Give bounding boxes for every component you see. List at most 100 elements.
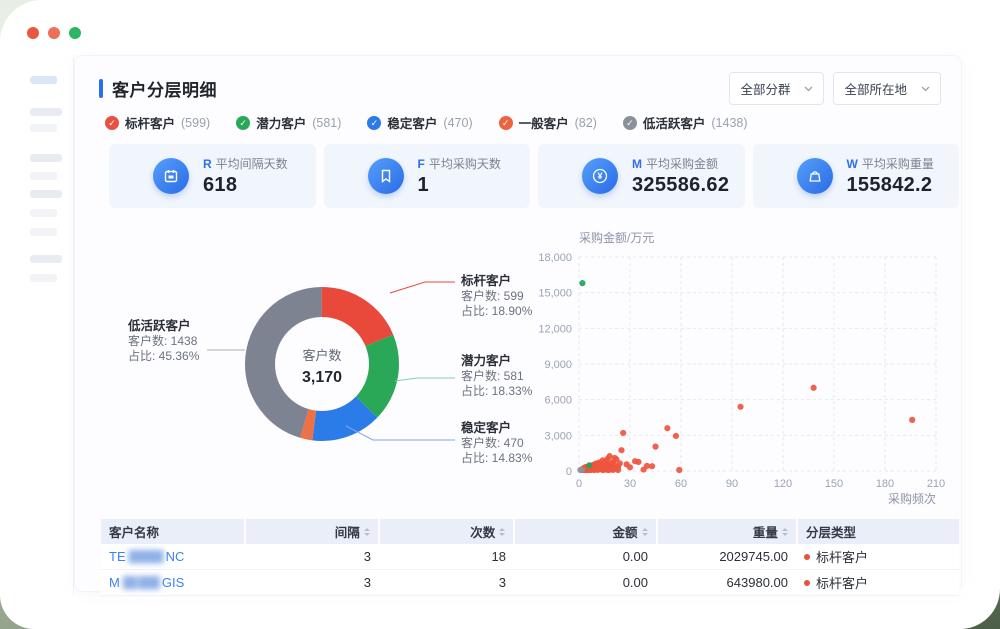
cell-interval: 3 — [246, 570, 379, 595]
sort-icon[interactable] — [364, 525, 370, 539]
legend-label: 一般客户 — [519, 113, 569, 132]
bag-icon — [797, 158, 833, 194]
card-value: 325586.62 — [632, 174, 729, 197]
scatter-point-标杆客户[interactable] — [664, 425, 670, 431]
scatter-point-低活跃客户[interactable] — [579, 467, 585, 473]
callout-pct: 占比: 18.33% — [461, 384, 532, 399]
chevron-down-icon — [921, 86, 930, 92]
sidebar-skeleton-bar — [30, 108, 62, 116]
x-tick-label: 120 — [774, 478, 792, 490]
cell-weight: 2029745.00 — [656, 544, 796, 569]
callout-line — [390, 282, 455, 293]
callout-count: 客户数: 470 — [461, 436, 532, 451]
close-window-button[interactable] — [27, 27, 39, 39]
scatter-point-标杆客户[interactable] — [652, 444, 658, 450]
stat-card-monetary: ¥ M平均采购金额 325586.62 — [538, 144, 745, 208]
cell-amount: 0.00 — [514, 570, 656, 595]
column-header-label: 次数 — [470, 522, 495, 541]
sidebar-skeleton-bar — [30, 76, 57, 84]
legend-item[interactable]: ✓潜力客户(581) — [236, 113, 341, 132]
legend-count: (581) — [312, 116, 341, 130]
table-row[interactable]: M██ ███GIS330.00643980.00标杆客户 — [101, 570, 959, 596]
callout-count: 客户数: 1438 — [128, 334, 199, 349]
y-tick-label: 0 — [566, 466, 572, 478]
column-header-label: 间隔 — [335, 522, 360, 541]
column-header-次数[interactable]: 次数 — [380, 519, 513, 544]
cell-interval: 3 — [246, 544, 379, 569]
customer-name-link[interactable]: M██ ███GIS — [109, 575, 184, 590]
scatter-point-标杆客户[interactable] — [649, 463, 655, 469]
location-filter-value: 全部所在地 — [844, 79, 907, 98]
x-tick-label: 0 — [576, 478, 582, 490]
scatter-point-标杆客户[interactable] — [909, 417, 915, 423]
scatter-point-标杆客户[interactable] — [617, 460, 623, 466]
legend-row: ✓标杆客户(599)✓潜力客户(581)✓稳定客户(470)✓一般客户(82)✓… — [105, 113, 748, 132]
legend-item[interactable]: ✓标杆客户(599) — [105, 113, 210, 132]
column-header-间隔[interactable]: 间隔 — [246, 519, 377, 544]
scatter-point-标杆客户[interactable] — [618, 447, 624, 453]
y-tick-label: 18,000 — [538, 252, 572, 264]
x-tick-label: 60 — [675, 478, 687, 490]
customer-name-link[interactable]: TE█████NC — [109, 549, 184, 564]
scatter-point-标杆客户[interactable] — [737, 404, 743, 410]
minimize-window-button[interactable] — [48, 27, 60, 39]
legend-item[interactable]: ✓稳定客户(470) — [367, 113, 472, 132]
scatter-point-潜力客户[interactable] — [579, 280, 585, 286]
callout-benchmark: 标杆客户 客户数: 599 占比: 18.90% — [461, 274, 532, 319]
scatter-chart[interactable]: 03,0006,0009,00012,00015,00018,000030609… — [535, 231, 963, 531]
scatter-point-标杆客户[interactable] — [620, 430, 626, 436]
x-tick-label: 150 — [825, 478, 843, 490]
scatter-point-标杆客户[interactable] — [615, 467, 621, 473]
table-body: TE█████NC3180.002029745.00标杆客户M██ ███GIS… — [101, 544, 959, 596]
cell-segment-type: 标杆客户 — [796, 570, 959, 595]
legend-item[interactable]: ✓低活跃客户(1438) — [623, 113, 748, 132]
segment-filter-select[interactable]: 全部分群 — [729, 72, 824, 105]
check-circle-icon: ✓ — [623, 116, 637, 130]
cell-times: 3 — [379, 570, 514, 595]
segment-dot-icon — [804, 580, 810, 586]
card-value: 1 — [418, 174, 501, 197]
scatter-chart-svg[interactable]: 03,0006,0009,00012,00015,00018,000030609… — [535, 231, 963, 531]
window-controls — [27, 27, 81, 39]
card-value: 155842.2 — [847, 174, 934, 197]
callout-line — [395, 378, 455, 381]
y-tick-label: 6,000 — [544, 395, 572, 407]
scatter-point-标杆客户[interactable] — [635, 459, 641, 465]
sort-icon[interactable] — [499, 525, 505, 539]
segment-dot-icon — [804, 554, 810, 560]
scatter-point-标杆客户[interactable] — [676, 467, 682, 473]
sidebar-skeleton-bar — [30, 124, 57, 132]
stat-card-weight: W平均采购重量 155842.2 — [753, 144, 960, 208]
legend-label: 潜力客户 — [256, 113, 306, 132]
legend-count: (82) — [575, 116, 597, 130]
legend-label: 标杆客户 — [125, 113, 175, 132]
location-filter-select[interactable]: 全部所在地 — [833, 72, 941, 105]
scatter-point-标杆客户[interactable] — [673, 433, 679, 439]
column-header-分层类型: 分层类型 — [798, 519, 959, 544]
card-label: 平均采购重量 — [862, 157, 934, 171]
sidebar-skeleton-bar — [30, 172, 57, 180]
legend-count: (470) — [443, 116, 472, 130]
legend-label: 低活跃客户 — [643, 113, 706, 132]
callout-potential: 潜力客户 客户数: 581 占比: 18.33% — [461, 354, 532, 399]
scatter-point-标杆客户[interactable] — [811, 385, 817, 391]
x-axis-title: 采购频次 — [888, 491, 936, 506]
zoom-window-button[interactable] — [69, 27, 81, 39]
table-row[interactable]: TE█████NC3180.002029745.00标杆客户 — [101, 544, 959, 570]
x-tick-label: 180 — [876, 478, 894, 490]
y-tick-label: 9,000 — [544, 359, 572, 371]
sort-icon[interactable] — [782, 525, 788, 539]
donut-chart[interactable]: 客户数3,170 标杆客户 客户数: 599 占比: 18.90% 潜力客户 客… — [95, 231, 565, 521]
column-header-金额[interactable]: 金额 — [515, 519, 655, 544]
legend-item[interactable]: ✓一般客户(82) — [499, 113, 597, 132]
callout-count: 客户数: 599 — [461, 289, 532, 304]
scatter-point-潜力客户[interactable] — [586, 462, 592, 468]
callout-inactive: 低活跃客户 客户数: 1438 占比: 45.36% — [128, 319, 199, 364]
column-header-重量[interactable]: 重量 — [658, 519, 796, 544]
sort-icon[interactable] — [642, 525, 648, 539]
scatter-point-标杆客户[interactable] — [627, 464, 633, 470]
x-tick-label: 30 — [624, 478, 636, 490]
check-circle-icon: ✓ — [367, 116, 381, 130]
sidebar-skeleton-bar — [30, 255, 62, 263]
callout-count: 客户数: 581 — [461, 369, 532, 384]
